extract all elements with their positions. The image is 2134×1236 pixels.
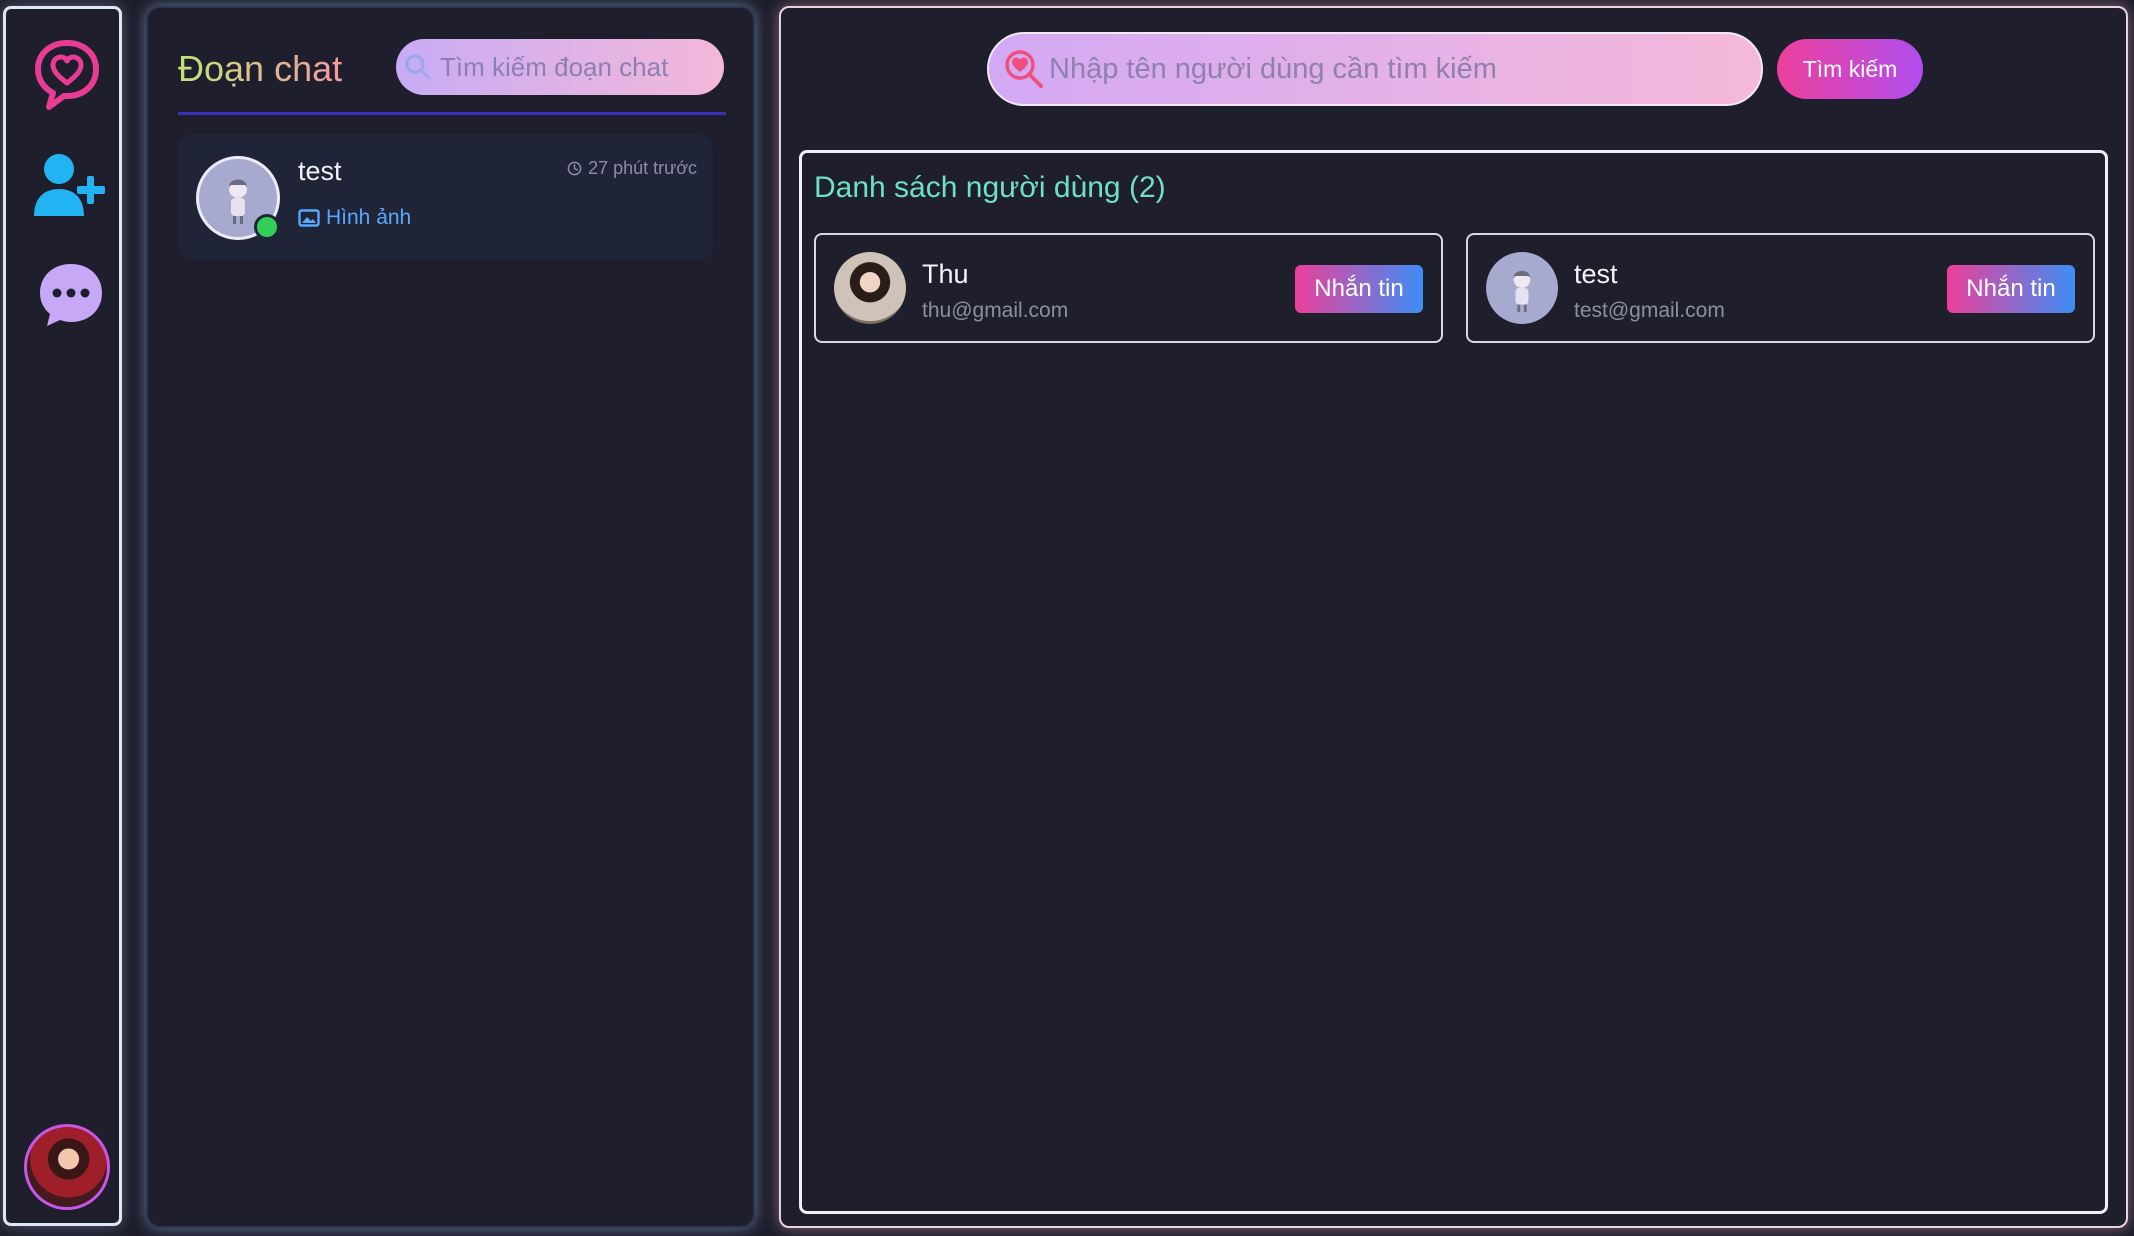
image-icon bbox=[298, 209, 320, 227]
search-icon bbox=[405, 54, 431, 80]
user-list: Danh sách người dùng (2) Thu thu@gmail.c… bbox=[799, 150, 2108, 1214]
avatar bbox=[834, 252, 906, 324]
conversation-item[interactable]: test 27 phút trước Hình ảnh bbox=[178, 134, 713, 260]
avatar bbox=[1486, 252, 1558, 324]
search-button[interactable]: Tìm kiếm bbox=[1777, 39, 1923, 99]
more-chat-icon[interactable] bbox=[38, 262, 104, 328]
conversation-name: test bbox=[298, 156, 342, 186]
user-name: test bbox=[1574, 259, 1618, 289]
user-plus-icon[interactable] bbox=[32, 152, 108, 218]
heart-search-icon bbox=[1005, 50, 1043, 88]
preview-text: Hình ảnh bbox=[326, 206, 412, 229]
user-search[interactable] bbox=[987, 32, 1763, 106]
message-button[interactable]: Nhắn tin bbox=[1295, 265, 1423, 313]
divider bbox=[178, 112, 726, 115]
conversation-time: 27 phút trước bbox=[567, 158, 697, 179]
main-panel: Tìm kiếm Danh sách người dùng (2) Thu th… bbox=[779, 6, 2128, 1228]
user-avatar-illustration bbox=[1513, 270, 1531, 312]
conversation-title: Đoạn chat bbox=[178, 48, 343, 89]
user-list-heading: Danh sách người dùng (2) bbox=[814, 171, 1166, 204]
last-message-preview: Hình ảnh bbox=[298, 206, 411, 230]
conversation-panel: Đoạn chat test 27 phút trước bbox=[146, 6, 755, 1228]
user-search-input[interactable] bbox=[1049, 52, 1749, 86]
heart-chat-icon[interactable] bbox=[34, 39, 100, 111]
message-button[interactable]: Nhắn tin bbox=[1947, 265, 2075, 313]
current-user-avatar[interactable] bbox=[24, 1124, 110, 1210]
user-card: test test@gmail.com Nhắn tin bbox=[1466, 233, 2095, 343]
user-name: Thu bbox=[922, 259, 969, 289]
user-card: Thu thu@gmail.com Nhắn tin bbox=[814, 233, 1443, 343]
user-email: thu@gmail.com bbox=[922, 299, 1069, 322]
conversation-search[interactable] bbox=[396, 39, 724, 95]
online-indicator bbox=[254, 214, 280, 240]
user-email: test@gmail.com bbox=[1574, 299, 1725, 322]
time-text: 27 phút trước bbox=[588, 158, 697, 178]
conversation-search-input[interactable] bbox=[440, 51, 700, 83]
icon-rail bbox=[3, 6, 122, 1226]
clock-icon bbox=[567, 161, 582, 176]
